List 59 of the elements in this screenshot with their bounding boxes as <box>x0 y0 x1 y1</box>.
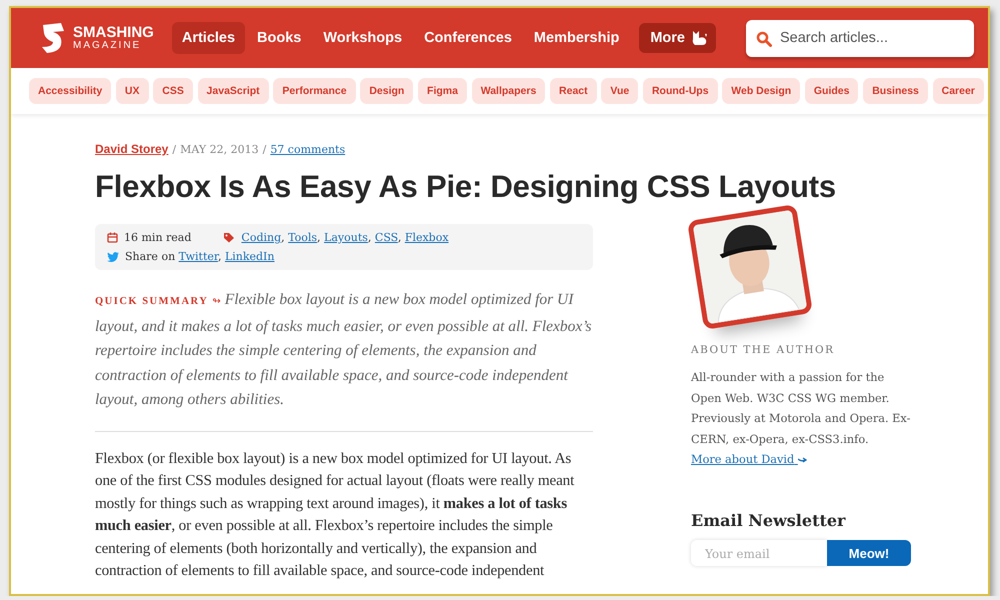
topic-tag[interactable]: Wallpapers <box>472 78 546 104</box>
topic-tag[interactable]: Vue <box>601 78 638 104</box>
topic-tag[interactable]: Career <box>932 78 984 104</box>
article-title: Flexbox Is As Easy As Pie: Designing CSS Layouts <box>95 168 836 206</box>
topic-tag[interactable]: Figma <box>418 78 467 104</box>
category-link[interactable]: Coding <box>241 231 282 244</box>
nav-item[interactable]: Membership <box>524 22 630 54</box>
tag-icon <box>223 232 236 243</box>
nav-item[interactable]: Workshops <box>313 22 412 54</box>
logo-subtitle: MAGAZINE <box>73 40 142 52</box>
author-bio: All-rounder with a passion for the Open Web. W3C CSS WG member. Previously at Motorola and Opera. Ex-CERN, ex-Opera, ex-CSS3.info. <box>691 371 910 446</box>
logo-icon <box>39 21 67 55</box>
share-link[interactable]: LinkedIn <box>224 250 274 263</box>
quick-summary: QUICK SUMMARY ↬ Flexible box layout is a new box model optimized for UI layout, and it makes a lot of tasks much easier, or even possible at all. Flexbox’s repertoire includes the simple centering of elements, the expansion and contraction of elements to fill available space, and source-code independent layout, among others abilities. <box>95 290 592 410</box>
category-link[interactable]: Layouts <box>324 231 368 244</box>
share-label: Share on <box>125 250 176 263</box>
topic-tag[interactable]: UX <box>116 78 149 104</box>
arrow-icon <box>798 457 807 464</box>
share-link[interactable]: Twitter <box>178 250 218 263</box>
nav-item[interactable]: Conferences <box>414 22 522 54</box>
separator: , <box>281 231 286 244</box>
email-field[interactable]: Your email <box>691 540 827 566</box>
publish-date: MAY 22, 2013 <box>180 143 259 156</box>
newsletter-title: Email Newsletter <box>691 510 847 530</box>
search-icon <box>756 30 772 46</box>
cat-icon <box>690 30 708 46</box>
topic-tag[interactable]: Performance <box>273 78 356 104</box>
topic-tag[interactable]: JavaScript <box>198 78 269 104</box>
author-link[interactable]: David Storey <box>95 142 168 156</box>
about-heading: ABOUT THE AUTHOR <box>691 344 836 356</box>
separator: , <box>398 231 402 244</box>
topic-tag[interactable]: Design <box>360 78 414 104</box>
nav-item[interactable]: Books <box>247 22 312 54</box>
more-button[interactable]: More <box>639 23 716 53</box>
topic-tag[interactable]: Business <box>863 78 928 104</box>
author-link[interactable]: More about David <box>691 453 807 466</box>
category-link[interactable]: Tools <box>288 231 318 244</box>
topic-tag[interactable]: Accessibility <box>29 78 112 104</box>
logo-title: SMASHING <box>73 24 154 40</box>
topic-tag[interactable]: Web Design <box>722 78 800 104</box>
comments-link[interactable]: 57 comments <box>270 143 346 156</box>
separator: / <box>262 143 266 156</box>
bird-icon <box>107 252 119 262</box>
separator: , <box>317 231 322 244</box>
separator: , <box>368 231 372 244</box>
nav-item[interactable]: Articles <box>172 22 246 54</box>
subscribe-button[interactable]: Meow! <box>827 540 911 566</box>
body-paragraph: Flexbox (or flexible box layout) is a new box model optimized for UI layout. As one of the first CSS modules designed for actual layout (floats were really meant mostly for things such as wrapping text around images), it makes a lot of tasks much easier, or even possible at all. Flexbox’s repertoire includes the simple centering of elements (both horizontally and vertically), the expansion and contraction of elements to fill available space, and source-code independent <box>95 448 576 581</box>
read-time: 16 min read <box>124 231 192 244</box>
separator: / <box>172 143 176 156</box>
topic-tag[interactable]: React <box>550 78 597 104</box>
topic-tag[interactable]: Round-Ups <box>642 78 718 104</box>
category-link[interactable]: CSS <box>374 231 398 244</box>
topic-tag[interactable]: Guides <box>804 78 858 104</box>
search-field[interactable]: Search articles... <box>746 20 974 56</box>
calendar-icon <box>107 232 118 243</box>
separator: , <box>218 250 222 263</box>
topic-tag[interactable]: CSS <box>153 78 193 104</box>
category-link[interactable]: Flexbox <box>404 231 449 244</box>
